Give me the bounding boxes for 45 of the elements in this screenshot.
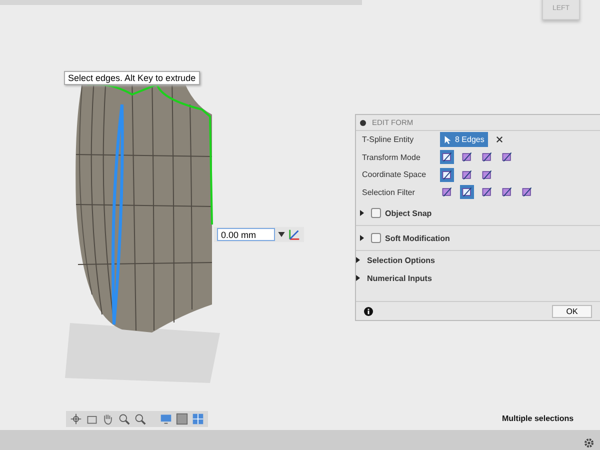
caret-icon[interactable] — [278, 232, 285, 237]
status-text: Multiple selections — [502, 414, 574, 423]
tooltip: Select edges. Alt Key to extrude — [64, 71, 200, 85]
tool-icon[interactable] — [480, 185, 494, 200]
zoom-icon[interactable] — [134, 413, 146, 425]
section-label[interactable]: Soft Modification — [385, 234, 450, 242]
field-label: Selection Filter — [362, 188, 416, 197]
section-label[interactable]: Object Snap — [385, 208, 432, 218]
tool-icon[interactable] — [460, 168, 474, 182]
expand-icon[interactable] — [360, 235, 364, 241]
expand-icon[interactable] — [356, 257, 360, 263]
settings-icon[interactable] — [583, 437, 595, 449]
grid-icon[interactable] — [192, 413, 204, 425]
expand-icon[interactable] — [360, 210, 364, 216]
tool-icon[interactable] — [460, 150, 474, 164]
field-label: Transform Mode — [362, 152, 422, 162]
tool-icon[interactable] — [440, 185, 454, 200]
tool-icon[interactable] — [460, 185, 474, 200]
square-icon[interactable] — [176, 413, 188, 425]
section-label[interactable]: Numerical Inputs — [367, 274, 432, 282]
axes-icon[interactable] — [288, 228, 301, 241]
tool-icon[interactable] — [520, 185, 534, 200]
ok-button[interactable]: OK — [552, 304, 592, 318]
camera-icon[interactable] — [86, 413, 98, 425]
field-label: T-Spline Entity — [362, 135, 415, 144]
hand-icon[interactable] — [102, 413, 114, 425]
selection-button[interactable]: 8 Edges — [440, 132, 488, 148]
pointer-icon — [444, 134, 452, 145]
orbit-icon[interactable] — [70, 413, 82, 425]
tool-icon[interactable] — [440, 168, 454, 182]
field-label: Coordinate Space — [362, 170, 428, 180]
tool-icon[interactable] — [500, 150, 514, 164]
distance-input[interactable]: 0.00 mm — [217, 228, 275, 241]
tool-icon[interactable] — [480, 168, 494, 182]
close-icon[interactable] — [496, 136, 504, 144]
checkbox[interactable] — [371, 208, 381, 218]
checkbox[interactable] — [371, 233, 381, 243]
tool-icon[interactable] — [480, 150, 494, 164]
info-icon[interactable] — [364, 306, 373, 316]
tool-icon[interactable] — [440, 150, 454, 164]
section-label[interactable]: Selection Options — [367, 256, 436, 264]
tool-icon[interactable] — [500, 185, 514, 200]
zoom-icon[interactable] — [118, 413, 130, 425]
expand-icon[interactable] — [356, 275, 360, 281]
panel-handle-icon[interactable] — [360, 120, 366, 126]
